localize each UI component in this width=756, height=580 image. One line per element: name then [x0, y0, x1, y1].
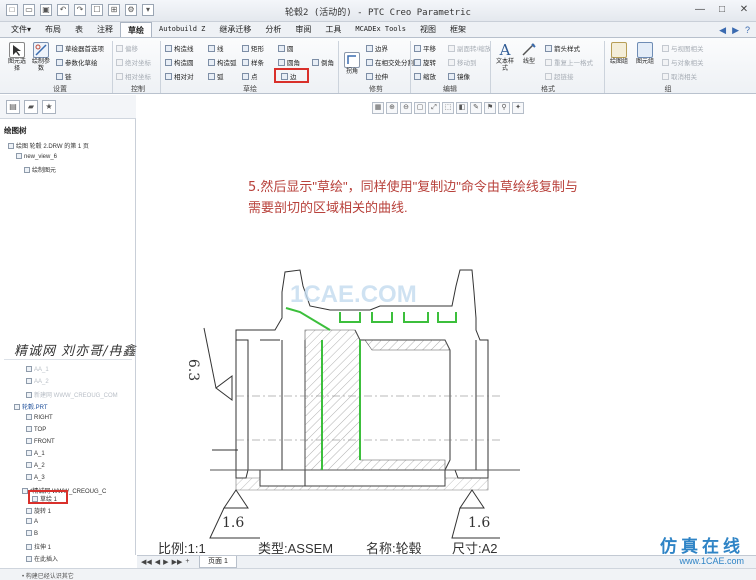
drawing-canvas[interactable]: 1CAE.COM	[0, 0, 756, 580]
first-page-button[interactable]: ◀◀	[141, 558, 152, 566]
prev-page-button[interactable]: ◀	[155, 558, 160, 566]
annotation-line-1: 然后显示"草绘"，同样使用"复制边"命令由草绘线复制与	[260, 179, 578, 194]
step-number: 5.	[248, 180, 261, 195]
status-text: • 构建已经认识其它	[22, 574, 74, 580]
roughness-bottom-right-value: 1.6	[468, 515, 491, 531]
centerlines	[236, 395, 500, 441]
next-page-button[interactable]: ▶	[163, 558, 168, 566]
annotation-line-2: 需要剖切的区域相关的曲线.	[248, 200, 408, 215]
instruction-annotation: 5.然后显示"草绘"，同样使用"复制边"命令由草绘线复制与 需要剖切的区域相关的…	[248, 177, 578, 218]
status-bar: • 构建已经认识其它	[0, 568, 756, 580]
roughness-bottom-left-value: 1.6	[222, 515, 245, 531]
page-tab[interactable]: 页面 1	[199, 556, 237, 568]
last-page-button[interactable]: ▶▶	[172, 558, 183, 566]
roughness-left-value: 6.3	[185, 358, 202, 382]
add-page-button[interactable]: +	[185, 558, 189, 566]
brand-logo: 仿真在线 www.1CAE.com	[660, 537, 744, 567]
brand-name: 仿真在线	[660, 537, 744, 556]
brand-url: www.1CAE.com	[679, 556, 744, 566]
watermark: 1CAE.COM	[290, 281, 417, 308]
